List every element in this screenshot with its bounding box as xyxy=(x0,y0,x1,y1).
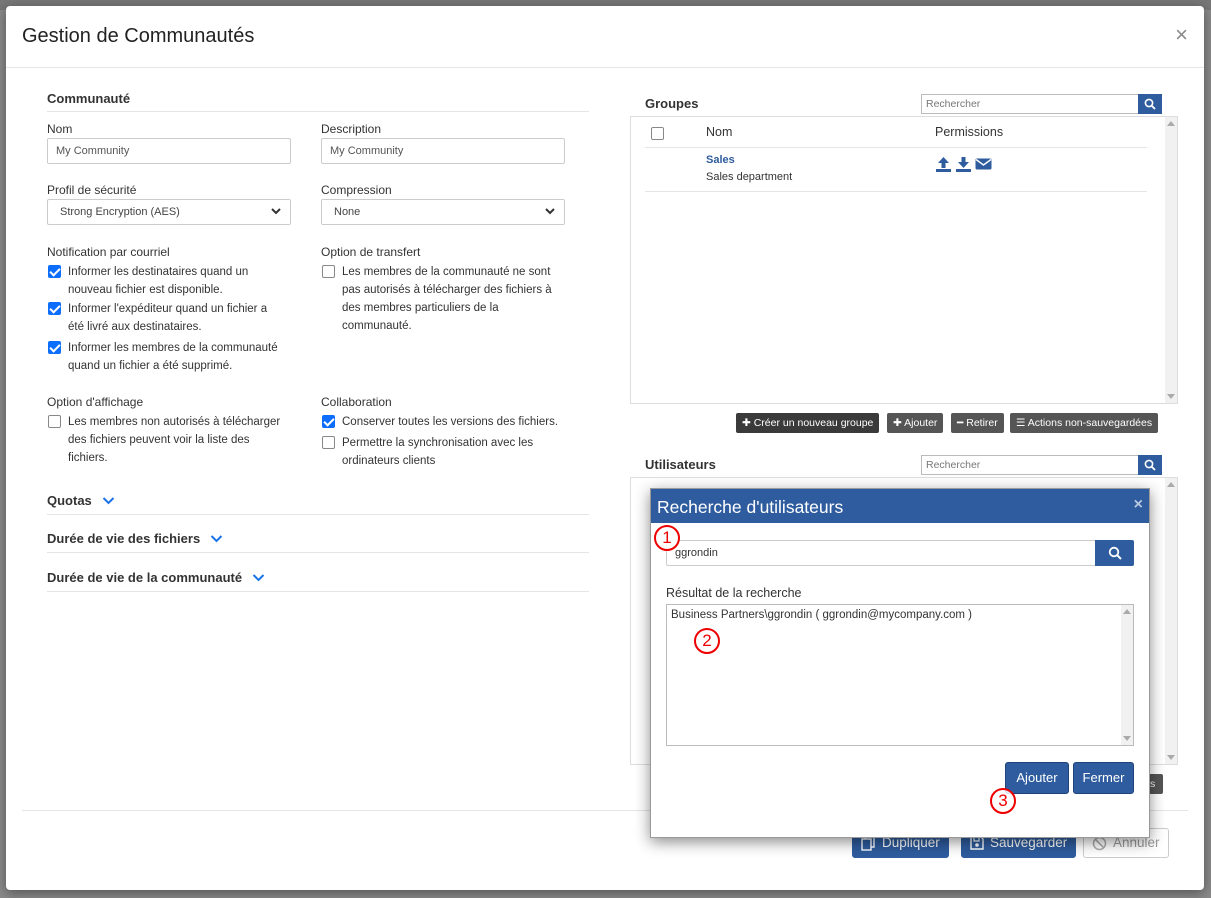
chevron-down-icon xyxy=(252,574,265,582)
modal-header: Gestion de Communautés × xyxy=(6,6,1204,68)
transfer-checkbox[interactable] xyxy=(322,265,335,278)
user-search-input[interactable]: ggrondin xyxy=(666,540,1096,566)
notification-label: Notification par courriel xyxy=(47,245,170,259)
dialog-title: Recherche d'utilisateurs xyxy=(657,497,844,517)
divider xyxy=(47,111,589,112)
search-icon xyxy=(1108,546,1122,560)
security-profile-select[interactable]: Strong Encryption (AES) xyxy=(47,199,291,225)
nom-label: Nom xyxy=(47,122,73,136)
groups-panel: Nom Permissions Sales Sales department xyxy=(630,116,1178,404)
close-icon[interactable]: × xyxy=(1175,22,1188,48)
community-section-title: Communauté xyxy=(47,91,131,106)
compression-value: None xyxy=(334,206,361,218)
create-group-button[interactable]: ✚ Créer un nouveau groupe xyxy=(736,413,880,433)
chevron-down-icon xyxy=(545,208,555,215)
group-description: Sales department xyxy=(706,171,793,183)
description-input[interactable]: My Community xyxy=(321,138,565,164)
remove-group-button[interactable]: ━ Retirer xyxy=(951,413,1004,433)
nom-input[interactable]: My Community xyxy=(47,138,291,164)
community-lifetime-toggle[interactable]: Durée de vie de la communauté xyxy=(47,570,265,585)
chevron-down-icon xyxy=(102,497,115,505)
compression-select[interactable]: None xyxy=(321,199,565,225)
step-marker-3: 3 xyxy=(990,788,1016,814)
file-lifetime-toggle[interactable]: Durée de vie des fichiers xyxy=(47,531,223,546)
notify-sender-option[interactable]: Informer l'expéditeur quand un fichier a… xyxy=(48,300,298,336)
download-icon xyxy=(956,157,971,172)
step-marker-2: 2 xyxy=(694,628,720,654)
result-scrollbar[interactable] xyxy=(1121,605,1133,745)
divider xyxy=(47,514,589,515)
keep-versions-checkbox[interactable] xyxy=(322,415,335,428)
list-item[interactable]: Business Partners\ggrondin ( ggrondin@my… xyxy=(671,609,972,621)
search-icon xyxy=(1144,459,1156,471)
notify-members-option[interactable]: Informer les membres de la communauté qua… xyxy=(48,339,298,375)
save-icon xyxy=(970,836,984,850)
collaboration-label: Collaboration xyxy=(321,395,392,409)
users-scrollbar[interactable] xyxy=(1165,478,1177,764)
groups-column-name: Nom xyxy=(706,125,733,139)
groups-title: Groupes xyxy=(645,96,699,111)
groups-search-input[interactable]: Rechercher xyxy=(921,94,1139,114)
step-marker-1: 1 xyxy=(654,525,680,551)
group-name[interactable]: Sales xyxy=(706,154,735,166)
groups-scrollbar[interactable] xyxy=(1165,117,1177,403)
users-unsaved-button[interactable]: s xyxy=(1148,774,1163,794)
chevron-down-icon xyxy=(271,208,281,215)
groups-select-all-checkbox[interactable] xyxy=(651,127,664,140)
dialog-header: Recherche d'utilisateurs × xyxy=(651,489,1149,523)
description-label: Description xyxy=(321,122,382,136)
sync-checkbox[interactable] xyxy=(322,436,335,449)
dialog-add-button[interactable]: Ajouter xyxy=(1005,762,1069,794)
search-result-label: Résultat de la recherche xyxy=(666,586,802,600)
display-checkbox[interactable] xyxy=(48,415,61,428)
users-search-button[interactable] xyxy=(1138,455,1162,475)
users-search-input[interactable]: Rechercher xyxy=(921,455,1139,475)
divider xyxy=(47,591,589,592)
user-search-button[interactable] xyxy=(1095,540,1134,566)
chevron-down-icon xyxy=(210,535,223,543)
unsaved-actions-button[interactable]: ☰ Actions non-sauvegardées xyxy=(1010,413,1159,433)
divider xyxy=(47,552,589,553)
dialog-close-icon[interactable]: × xyxy=(1134,496,1143,514)
compression-label: Compression xyxy=(321,183,392,197)
notify-sender-checkbox[interactable] xyxy=(48,302,61,315)
upload-icon xyxy=(936,157,951,172)
sync-option[interactable]: Permettre la synchronisation avec les ord… xyxy=(322,434,572,470)
table-row[interactable]: Sales Sales department xyxy=(645,148,1147,192)
notify-recipients-option[interactable]: Informer les destinataires quand un nouve… xyxy=(48,263,298,299)
notify-members-checkbox[interactable] xyxy=(48,341,61,354)
dialog-close-button[interactable]: Fermer xyxy=(1073,762,1134,794)
security-profile-value: Strong Encryption (AES) xyxy=(60,206,180,218)
display-option-label: Option d'affichage xyxy=(47,395,144,409)
add-group-button[interactable]: ✚ Ajouter xyxy=(887,413,944,433)
envelope-icon xyxy=(975,158,992,170)
search-result-list: Business Partners\ggrondin ( ggrondin@my… xyxy=(666,604,1134,746)
modal-title: Gestion de Communautés xyxy=(22,25,255,47)
display-option[interactable]: Les membres non autorisés à télécharger d… xyxy=(48,413,298,467)
keep-versions-option[interactable]: Conserver toutes les versions des fichie… xyxy=(322,413,582,431)
transfer-option-label: Option de transfert xyxy=(321,245,421,259)
transfer-option[interactable]: Les membres de la communauté ne sont pas … xyxy=(322,263,572,335)
notify-recipients-checkbox[interactable] xyxy=(48,265,61,278)
groups-search-button[interactable] xyxy=(1138,94,1162,114)
security-profile-label: Profil de sécurité xyxy=(47,183,137,197)
search-icon xyxy=(1144,98,1156,110)
groups-column-permissions: Permissions xyxy=(935,125,1004,139)
users-title: Utilisateurs xyxy=(645,457,716,472)
user-search-dialog: Recherche d'utilisateurs × ggrondin Résu… xyxy=(650,488,1150,838)
quotas-toggle[interactable]: Quotas xyxy=(47,493,115,508)
